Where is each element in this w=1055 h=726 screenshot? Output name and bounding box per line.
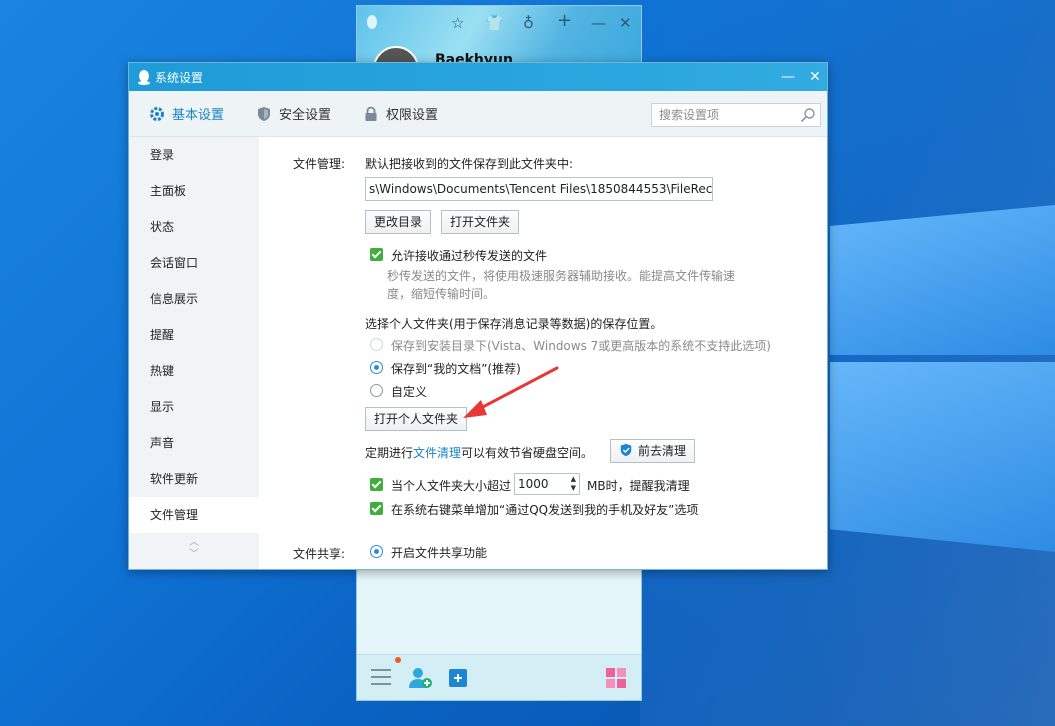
- windows-logo-pane-bottom: [830, 362, 1055, 552]
- file-cleanup-link[interactable]: 文件清理: [413, 446, 461, 460]
- close-icon[interactable]: ✕: [619, 14, 632, 32]
- windows-logo-pane-top: [830, 205, 1055, 355]
- shirt-icon[interactable]: 👕: [485, 14, 504, 32]
- add-friend-icon[interactable]: [409, 667, 433, 694]
- receive-folder-path-field[interactable]: s\Windows\Documents\Tencent Files\185084…: [365, 177, 713, 201]
- radio-my-documents-label[interactable]: 保存到“我的文档”(推荐): [391, 360, 521, 377]
- search-input[interactable]: [659, 108, 799, 122]
- settings-content: 文件管理: 默认把接收到的文件保存到此文件夹中: s\Windows\Docum…: [259, 137, 827, 569]
- app-manager-icon[interactable]: [447, 667, 469, 694]
- plus-icon[interactable]: +: [557, 10, 572, 31]
- radio-install-directory-label: 保存到安装目录下(Vista、Windows 7或更高版本的系统不支持此选项): [391, 339, 771, 353]
- radio-custom-label[interactable]: 自定义: [391, 383, 427, 400]
- sidebar-item-software-update[interactable]: 软件更新: [129, 461, 259, 497]
- search-field[interactable]: [651, 103, 821, 127]
- star-icon[interactable]: ☆: [451, 14, 464, 32]
- save-location-description: 默认把接收到的文件保存到此文件夹中:: [365, 157, 574, 171]
- allow-flash-transfer-label[interactable]: 允许接收通过秒传发送的文件: [391, 247, 547, 264]
- sidebar-scroll-arrows[interactable]: ︿ ﹀: [129, 537, 259, 561]
- sidebar-item-display[interactable]: 显示: [129, 389, 259, 425]
- scroll-down-icon[interactable]: ﹀: [129, 549, 259, 561]
- open-folder-button[interactable]: 打开文件夹: [441, 210, 520, 234]
- open-personal-folder-button[interactable]: 打开个人文件夹: [365, 407, 468, 431]
- menu-icon[interactable]: [371, 667, 391, 691]
- tab-security-settings[interactable]: 安全设置: [256, 91, 331, 137]
- sidebar-item-hotkeys[interactable]: 热键: [129, 353, 259, 389]
- size-reminder-prefix[interactable]: 当个人文件夹大小超过: [391, 477, 511, 494]
- system-settings-dialog: 系统设置 — ✕ 基本设置 安全设置 权限设置 搜索设置项 登录 主面板 状态 …: [128, 62, 828, 570]
- section-label-file-management: 文件管理:: [293, 157, 346, 171]
- radio-custom[interactable]: [370, 384, 383, 397]
- search-icon[interactable]: [800, 107, 816, 123]
- change-directory-button[interactable]: 更改目录: [365, 210, 432, 234]
- chevron-up-icon[interactable]: ▲: [571, 475, 576, 483]
- settings-sidebar: 登录 主面板 状态 会话窗口 信息展示 提醒 热键 显示 声音 软件更新 文件管…: [129, 137, 259, 569]
- qq-panel-footer: [357, 654, 641, 700]
- cleanup-description: 定期进行文件清理可以有效节省硬盘空间。: [365, 444, 593, 461]
- stepper-arrows[interactable]: ▲ ▼: [571, 475, 576, 493]
- sidebar-item-info-display[interactable]: 信息展示: [129, 281, 259, 317]
- apps-grid-icon[interactable]: [605, 667, 627, 694]
- cleanup-suffix: 可以有效节省硬盘空间。: [461, 446, 594, 460]
- minimize-button[interactable]: —: [777, 67, 799, 87]
- chevron-down-icon[interactable]: ▼: [571, 484, 576, 492]
- sidebar-item-main-panel[interactable]: 主面板: [129, 173, 259, 209]
- dialog-title: 系统设置: [155, 70, 204, 85]
- sidebar-item-reminder[interactable]: 提醒: [129, 317, 259, 353]
- sidebar-item-sound[interactable]: 声音: [129, 425, 259, 461]
- radio-install-directory: [370, 338, 383, 351]
- sidebar-item-chat-window[interactable]: 会话窗口: [129, 245, 259, 281]
- scroll-up-icon[interactable]: ︿: [129, 537, 259, 549]
- flash-transfer-note-line2: 度，缩短传输时间。: [387, 287, 496, 301]
- allow-flash-transfer-checkbox[interactable]: [370, 248, 383, 261]
- lock-icon: [365, 106, 377, 121]
- qq-penguin-icon: [138, 70, 150, 85]
- minimize-icon[interactable]: —: [591, 14, 606, 32]
- go-cleanup-button[interactable]: 前去清理: [610, 439, 696, 463]
- shield-icon: [620, 443, 632, 457]
- tab-basic-settings[interactable]: 基本设置: [149, 91, 224, 137]
- context-menu-label[interactable]: 在系统右键菜单增加“通过QQ发送到我的手机及好友”选项: [391, 501, 698, 518]
- tab-label: 权限设置: [386, 108, 439, 123]
- shield-icon: [258, 106, 271, 121]
- tab-permission-settings[interactable]: 权限设置: [363, 91, 438, 137]
- context-menu-checkbox[interactable]: [370, 502, 383, 515]
- sidebar-item-file-management[interactable]: 文件管理: [129, 497, 259, 533]
- folder-size-value[interactable]: 1000: [518, 477, 549, 491]
- tab-label: 基本设置: [172, 108, 225, 123]
- notification-dot: [395, 657, 401, 663]
- settings-tab-bar: 基本设置 安全设置 权限设置: [129, 91, 827, 137]
- medal-icon[interactable]: ♁: [523, 14, 534, 32]
- qq-penguin-icon: [365, 14, 379, 34]
- sidebar-item-login[interactable]: 登录: [129, 137, 259, 173]
- go-cleanup-label: 前去清理: [638, 444, 687, 458]
- dialog-titlebar[interactable]: 系统设置 — ✕: [129, 63, 827, 91]
- close-button[interactable]: ✕: [804, 67, 826, 87]
- radio-enable-file-share[interactable]: [370, 545, 383, 558]
- gear-icon: [150, 106, 164, 121]
- size-reminder-checkbox[interactable]: [370, 478, 383, 491]
- enable-file-share-label[interactable]: 开启文件共享功能: [391, 544, 487, 561]
- cleanup-prefix: 定期进行: [365, 446, 414, 460]
- folder-size-stepper[interactable]: 1000 ▲ ▼: [514, 473, 580, 495]
- personal-folder-description: 选择个人文件夹(用于保存消息记录等数据)的保存位置。: [365, 317, 663, 331]
- size-reminder-suffix: MB时，提醒我清理: [587, 479, 690, 493]
- flash-transfer-note-line1: 秒传发送的文件，将使用极速服务器辅助接收。能提高文件传输速: [387, 269, 736, 283]
- section-label-file-share: 文件共享:: [293, 547, 346, 561]
- sidebar-item-status[interactable]: 状态: [129, 209, 259, 245]
- tab-label: 安全设置: [279, 108, 332, 123]
- radio-my-documents[interactable]: [370, 361, 383, 374]
